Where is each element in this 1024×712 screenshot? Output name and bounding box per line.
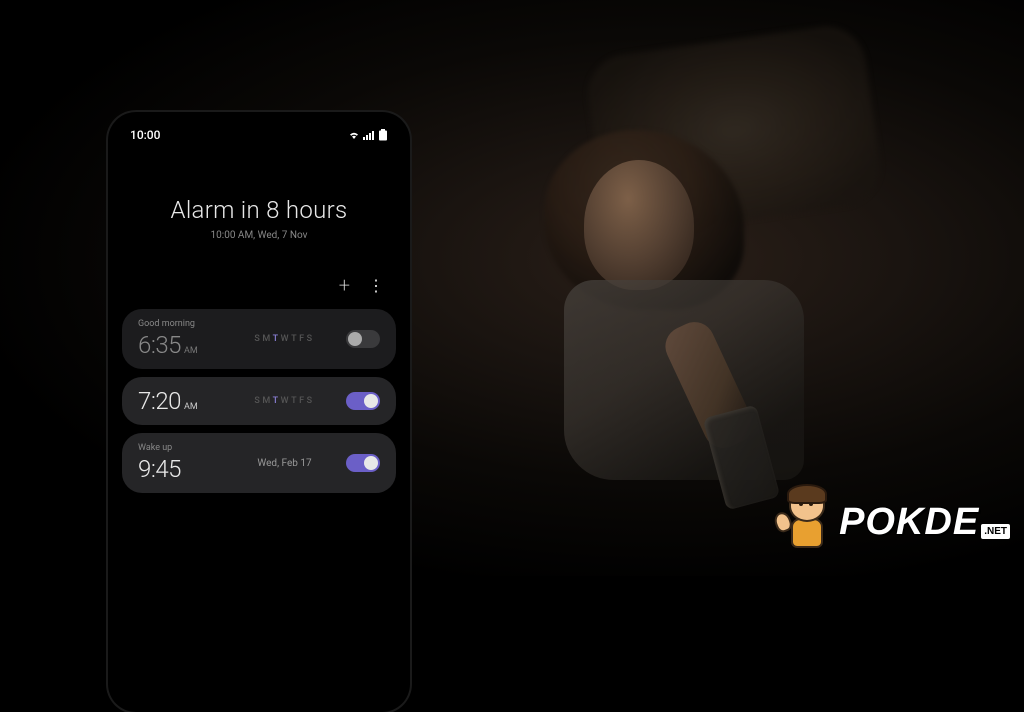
wifi-icon xyxy=(348,130,360,140)
alarm-repeat: SMTWTFS xyxy=(233,396,336,406)
mascot-icon xyxy=(777,482,837,562)
alarm-time: 9:45 xyxy=(138,455,181,483)
alarm-card[interactable]: Good morning 6:35 AM SMTWTFS xyxy=(122,309,396,369)
phone-screen: 10:00 Alarm in 8 hours 10:00 AM, Wed, 7 … xyxy=(114,118,404,706)
day-m: M xyxy=(262,396,272,406)
alarm-toggle[interactable] xyxy=(346,392,380,410)
more-options-button[interactable]: ⋮ xyxy=(368,276,384,295)
signal-icon xyxy=(363,130,375,140)
day-w: W xyxy=(281,334,292,344)
status-time: 10:00 xyxy=(130,128,160,142)
status-icons xyxy=(348,129,388,141)
alarm-label: Good morning xyxy=(138,319,233,329)
day-m: M xyxy=(262,334,272,344)
alarm-time-block: Good morning 6:35 AM xyxy=(138,319,233,359)
alarm-repeat: Wed, Feb 17 xyxy=(233,458,336,469)
watermark-brand: POKDE xyxy=(839,501,979,544)
person-figure xyxy=(484,120,904,500)
alarm-repeat: SMTWTFS xyxy=(233,334,336,344)
alarm-time-block: Wake up 9:45 xyxy=(138,443,233,483)
watermark-suffix: .NET xyxy=(981,524,1010,539)
add-alarm-button[interactable]: + xyxy=(339,273,350,297)
alarm-toggle[interactable] xyxy=(346,330,380,348)
alarm-ampm: AM xyxy=(184,402,198,412)
alarm-ampm: AM xyxy=(184,346,198,356)
watermark: POKDE .NET xyxy=(777,482,1010,562)
battery-icon xyxy=(378,129,388,141)
day-w: W xyxy=(281,396,292,406)
action-row: + ⋮ xyxy=(114,259,404,309)
status-bar: 10:00 xyxy=(114,118,404,148)
day-t2: T xyxy=(291,334,299,344)
alarm-time-block: 7:20 AM xyxy=(138,387,233,415)
header-title: Alarm in 8 hours xyxy=(130,196,388,224)
day-f: F xyxy=(299,334,306,344)
alarm-label: Wake up xyxy=(138,443,233,453)
alarm-header: Alarm in 8 hours 10:00 AM, Wed, 7 Nov xyxy=(114,148,404,259)
day-t2: T xyxy=(291,396,299,406)
alarm-time: 7:20 xyxy=(138,387,181,415)
day-f: F xyxy=(299,396,306,406)
alarm-date: Wed, Feb 17 xyxy=(257,458,311,469)
day-s2: S xyxy=(307,396,315,406)
alarm-list: Good morning 6:35 AM SMTWTFS xyxy=(114,309,404,493)
alarm-card[interactable]: 7:20 AM SMTWTFS xyxy=(122,377,396,425)
phone-mockup: 10:00 Alarm in 8 hours 10:00 AM, Wed, 7 … xyxy=(108,112,410,712)
day-t: T xyxy=(273,396,281,406)
background-scene: 10:00 Alarm in 8 hours 10:00 AM, Wed, 7 … xyxy=(0,0,1024,576)
day-s2: S xyxy=(307,334,315,344)
day-t: T xyxy=(273,334,281,344)
head-shape xyxy=(584,160,694,290)
header-subtitle: 10:00 AM, Wed, 7 Nov xyxy=(130,230,388,241)
alarm-toggle[interactable] xyxy=(346,454,380,472)
alarm-time: 6:35 xyxy=(138,331,181,359)
alarm-card[interactable]: Wake up 9:45 Wed, Feb 17 xyxy=(122,433,396,493)
